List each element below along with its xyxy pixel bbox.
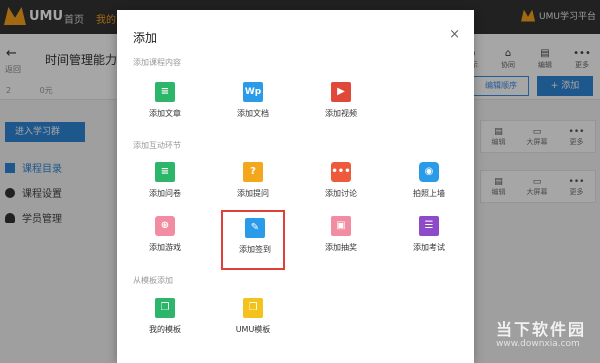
add-modal: 添加 × 添加课程内容 ≡ 添加文章 Wp 添加文档 ▶ 添加视频 添加互动环节… <box>117 10 474 363</box>
add-survey-button[interactable]: ≡ 添加问卷 <box>133 156 197 216</box>
add-lottery-button[interactable]: ▣ 添加抽奖 <box>309 210 373 270</box>
my-template-icon: ❐ <box>155 298 175 318</box>
tile-label: 添加游戏 <box>149 243 181 252</box>
lottery-icon: ▣ <box>331 216 351 236</box>
add-article-button[interactable]: ≡ 添加文章 <box>133 76 197 136</box>
game-icon: ⊕ <box>155 216 175 236</box>
question-icon: ? <box>243 162 263 182</box>
add-question-button[interactable]: ? 添加提问 <box>221 156 285 216</box>
survey-icon: ≡ <box>155 162 175 182</box>
photo-wall-button[interactable]: ◉ 拍照上墙 <box>397 156 461 216</box>
section-interactive: 添加互动环节 <box>133 141 181 150</box>
tile-label: 添加问卷 <box>149 189 181 198</box>
add-document-button[interactable]: Wp 添加文档 <box>221 76 285 136</box>
tile-label: 添加考试 <box>413 243 445 252</box>
watermark-text: 当下软件园 <box>496 320 587 339</box>
tile-label: 我的模板 <box>149 325 181 334</box>
tile-label: 添加文章 <box>149 109 181 118</box>
tile-label: 添加抽奖 <box>325 243 357 252</box>
exam-icon: ☰ <box>419 216 439 236</box>
add-exam-button[interactable]: ☰ 添加考试 <box>397 210 461 270</box>
document-icon: Wp <box>243 82 263 102</box>
camera-icon: ◉ <box>419 162 439 182</box>
article-icon: ≡ <box>155 82 175 102</box>
tile-label: 添加讨论 <box>325 189 357 198</box>
tile-label: 添加提问 <box>237 189 269 198</box>
discussion-icon: ••• <box>331 162 351 182</box>
section-course-content: 添加课程内容 <box>133 58 181 67</box>
tile-label: 拍照上墙 <box>413 189 445 198</box>
add-signin-button[interactable]: ✎ 添加签到 <box>221 210 285 270</box>
watermark: 当下软件园 www.downxia.com <box>470 312 600 363</box>
add-game-button[interactable]: ⊕ 添加游戏 <box>133 210 197 270</box>
add-video-button[interactable]: ▶ 添加视频 <box>309 76 373 136</box>
signin-icon: ✎ <box>245 218 265 238</box>
add-discussion-button[interactable]: ••• 添加讨论 <box>309 156 373 216</box>
umu-template-icon: ❐ <box>243 298 263 318</box>
tile-label: 添加签到 <box>239 245 271 254</box>
tile-label: 添加视频 <box>325 109 357 118</box>
tile-label: 添加文档 <box>237 109 269 118</box>
video-icon: ▶ <box>331 82 351 102</box>
section-templates: 从模板添加 <box>133 276 173 285</box>
watermark-url: www.downxia.com <box>496 339 580 349</box>
umu-template-button[interactable]: ❐ UMU模板 <box>221 292 285 352</box>
modal-title: 添加 <box>133 31 158 45</box>
close-icon[interactable]: × <box>449 27 460 42</box>
my-template-button[interactable]: ❐ 我的模板 <box>133 292 197 352</box>
tile-label: UMU模板 <box>235 325 271 334</box>
